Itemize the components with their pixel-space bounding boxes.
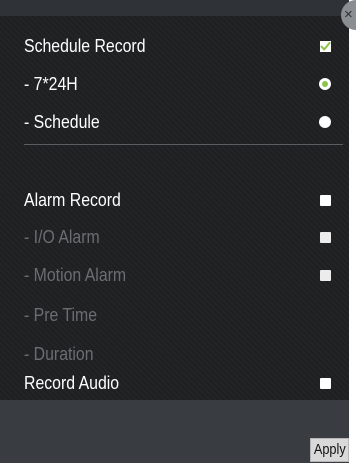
record-audio-label: Record Audio [24, 372, 120, 393]
schedule-record-row: Schedule Record [0, 27, 349, 65]
schedule-record-label: Schedule Record [24, 35, 146, 56]
io-alarm-label: - I/O Alarm [24, 226, 100, 247]
record-audio-checkbox[interactable] [320, 377, 331, 389]
record-audio-row: Record Audio [0, 364, 349, 402]
duration-label: - Duration [24, 343, 94, 364]
io-alarm-checkbox[interactable] [320, 231, 331, 243]
mode-24h-radio[interactable] [319, 78, 331, 90]
schedule-record-checkbox[interactable] [320, 40, 331, 52]
alarm-record-row: Alarm Record [0, 181, 349, 219]
alarm-record-checkbox[interactable] [320, 194, 331, 206]
mode-schedule-radio[interactable] [319, 116, 331, 128]
record-settings-panel: Schedule Record - 7*24H - Schedule Alarm… [0, 0, 349, 463]
alarm-record-label: Alarm Record [24, 189, 121, 210]
panel-title-bar [0, 0, 349, 16]
mode-schedule-label: - Schedule [24, 111, 100, 132]
motion-alarm-label: - Motion Alarm [24, 264, 127, 285]
apply-button-label: Apply [313, 441, 346, 458]
mode-schedule-row: - Schedule [0, 103, 349, 141]
motion-alarm-row: - Motion Alarm [0, 256, 349, 294]
pre-time-label: - Pre Time [24, 304, 98, 325]
section-divider [24, 144, 343, 145]
io-alarm-row: - I/O Alarm [0, 218, 349, 256]
panel-footer [0, 400, 349, 463]
mode-24h-row: - 7*24H [0, 65, 349, 103]
apply-button[interactable]: Apply [310, 438, 349, 462]
motion-alarm-checkbox[interactable] [320, 269, 331, 281]
radio-selected-dot-icon [322, 81, 328, 87]
checkmark-icon [320, 41, 331, 50]
mode-24h-label: - 7*24H [24, 73, 78, 94]
pre-time-row: - Pre Time [0, 296, 349, 334]
